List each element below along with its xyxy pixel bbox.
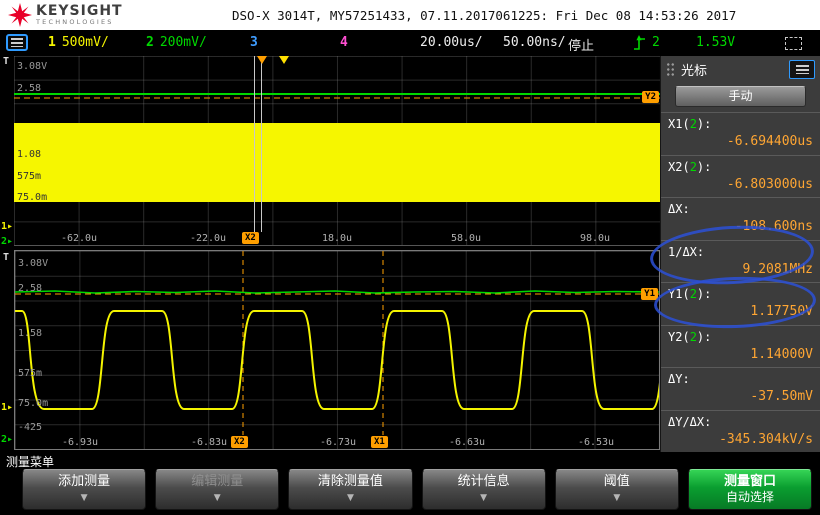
readout-value: -6.803000us bbox=[726, 176, 813, 192]
trigger-level[interactable]: 1.53V bbox=[696, 35, 735, 50]
menu-title: 测量菜单 bbox=[6, 455, 55, 469]
y-axis-label: 75.0m bbox=[18, 398, 49, 409]
readout-x1: X1(2): -6.694400us bbox=[661, 112, 820, 155]
channel2-status[interactable]: 2 200mV/ bbox=[146, 35, 207, 50]
time-label: -6.53u bbox=[577, 437, 615, 448]
trigger-marker-bottom: T bbox=[3, 252, 10, 263]
dropdown-arrow-icon: ▼ bbox=[480, 493, 488, 503]
sidebar-menu-icon[interactable] bbox=[789, 59, 815, 79]
readout-y1: Y1(2): 1.17750V bbox=[661, 282, 820, 325]
zoom-panel-traces bbox=[15, 251, 659, 435]
time-label: -6.73u bbox=[319, 437, 357, 448]
trigger-position-icon bbox=[279, 56, 289, 64]
time-label: -22.0u bbox=[189, 233, 227, 244]
readout-delta-y: ΔY: -37.50mV bbox=[661, 367, 820, 410]
readout-value: 9.2081MHz bbox=[742, 261, 813, 277]
channel4-status[interactable]: 4 bbox=[340, 35, 354, 50]
y-axis-label: 3.08V bbox=[17, 61, 48, 72]
dropdown-arrow-icon: ▼ bbox=[613, 493, 621, 503]
dropdown-arrow-icon: ▼ bbox=[346, 493, 354, 503]
softkey-edit-measurement[interactable]: 编辑测量 ▼ bbox=[155, 469, 280, 510]
capture-frame-icon[interactable] bbox=[785, 37, 802, 50]
softkey-clear-measurements[interactable]: 清除测量值 ▼ bbox=[288, 469, 413, 510]
brand-name: KEYSIGHT bbox=[36, 3, 123, 19]
main-panel-traces bbox=[14, 56, 660, 232]
readout-slope: ΔY/ΔX: -345.304kV/s bbox=[661, 409, 820, 453]
hamburger-icon bbox=[11, 38, 23, 47]
oscilloscope-screen: KEYSIGHT TECHNOLOGIES DSO-X 3014T, MY572… bbox=[0, 0, 820, 515]
y-axis-label: 575m bbox=[17, 171, 42, 182]
time-label: -6.63u bbox=[448, 437, 486, 448]
keysight-logo: KEYSIGHT TECHNOLOGIES bbox=[8, 3, 123, 27]
readout-y2: Y2(2): 1.14000V bbox=[661, 324, 820, 368]
readout-value: 1.17750V bbox=[750, 304, 813, 319]
readout-frequency: 1/ΔX: 9.2081MHz bbox=[661, 239, 820, 283]
cursor-sidebar: 光标 手动 X1(2): -6.694400us X2(2): -6.80300… bbox=[660, 56, 820, 452]
y1-cursor-tag[interactable]: Y1 bbox=[641, 288, 658, 300]
readout-delta-x: ΔX: -108.600ns bbox=[661, 197, 820, 240]
y-axis-label: -425 bbox=[18, 422, 43, 433]
y-axis-label: 2.58 bbox=[18, 283, 43, 294]
zoom-window-marker-icon bbox=[257, 56, 267, 64]
sidebar-header: 光标 bbox=[661, 56, 820, 82]
readout-value: -345.304kV/s bbox=[719, 431, 813, 447]
time-label: 58.0u bbox=[450, 233, 482, 244]
readout-value: -108.600ns bbox=[734, 219, 813, 234]
readout-x2: X2(2): -6.803000us bbox=[661, 154, 820, 198]
trigger-source[interactable]: 2 bbox=[652, 35, 660, 50]
ch1-trace bbox=[15, 310, 659, 410]
waveform-area: T 1▸ 2▸ T 1▸ 2▸ 3.08V 2.58 1.08 575m 75.… bbox=[0, 56, 660, 452]
y-axis-label: 75.0m bbox=[17, 192, 48, 203]
menu-icon[interactable] bbox=[6, 34, 28, 51]
cursor-readouts: X1(2): -6.694400us X2(2): -6.803000us ΔX… bbox=[661, 112, 820, 452]
cursor-mode-button[interactable]: 手动 bbox=[675, 86, 806, 107]
keysight-spark-icon bbox=[8, 3, 32, 27]
zoom-timebase[interactable]: 50.00ns/ bbox=[503, 35, 566, 50]
main-timebase[interactable]: 20.00us/ bbox=[420, 35, 483, 50]
channel3-status[interactable]: 3 bbox=[250, 35, 264, 50]
channel1-status[interactable]: 1 500mV/ bbox=[48, 35, 109, 50]
x2-cursor-tag[interactable]: X2 bbox=[242, 232, 259, 244]
trigger-marker-top: T bbox=[3, 56, 10, 67]
dropdown-arrow-icon: ▼ bbox=[213, 493, 221, 503]
readout-value: -6.694400us bbox=[726, 134, 813, 149]
time-label: -62.0u bbox=[60, 233, 98, 244]
brand-subtitle: TECHNOLOGIES bbox=[36, 18, 114, 26]
instrument-title: DSO-X 3014T, MY57251433, 07.11.201706122… bbox=[232, 8, 737, 23]
time-label: 98.0u bbox=[579, 233, 611, 244]
readout-value: 1.14000V bbox=[750, 346, 813, 362]
ch2-trace bbox=[15, 290, 659, 294]
zoom-timebase-panel: 3.08V 2.58 1.58 575m 75.0m -425 -6.93u -… bbox=[14, 250, 660, 450]
main-timebase-panel: 3.08V 2.58 1.08 575m 75.0m -62.0u -22.0u… bbox=[14, 56, 660, 246]
y-axis-label: 1.08 bbox=[17, 149, 42, 160]
x1-cursor-tag[interactable]: X1 bbox=[371, 436, 388, 448]
status-bar: 1 500mV/ 2 200mV/ 3 4 20.00us/ 50.00ns/ 停止… bbox=[0, 30, 820, 56]
x2-cursor-tag[interactable]: X2 bbox=[231, 436, 248, 448]
acquisition-state: 停止 bbox=[568, 39, 595, 54]
softkey-measurement-window[interactable]: 测量窗口 自动选择 bbox=[687, 469, 813, 510]
ch2-ground-marker-top[interactable]: 2▸ bbox=[1, 237, 13, 247]
time-label: 18.0u bbox=[321, 233, 353, 244]
dropdown-arrow-icon: ▼ bbox=[80, 493, 88, 503]
y-axis-label: 575m bbox=[18, 368, 43, 379]
time-label: -6.83u bbox=[190, 437, 228, 448]
ch1-ground-marker-top[interactable]: 1▸ bbox=[1, 222, 13, 232]
y-axis-label: 1.58 bbox=[18, 328, 43, 339]
softkey-menu: 测量菜单 添加测量 ▼ 编辑测量 ▼ 清除测量值 ▼ 统计信息 ▼ 阈值 ▼ 测… bbox=[0, 452, 820, 515]
readout-value: -37.50mV bbox=[750, 389, 813, 404]
softkey-statistics[interactable]: 统计信息 ▼ bbox=[421, 469, 546, 510]
title-bar: KEYSIGHT TECHNOLOGIES DSO-X 3014T, MY572… bbox=[0, 0, 820, 30]
list-icon bbox=[795, 64, 809, 74]
grip-icon[interactable] bbox=[666, 61, 675, 77]
y2-cursor-tag[interactable]: Y2 bbox=[642, 91, 659, 103]
y-axis-label: 2.58 bbox=[17, 83, 42, 94]
ch2-ground-marker-bottom[interactable]: 2▸ bbox=[1, 435, 13, 445]
time-label: -6.93u bbox=[61, 437, 99, 448]
ch1-ground-marker-bottom[interactable]: 1▸ bbox=[1, 403, 13, 413]
y-axis-label: 3.08V bbox=[18, 258, 49, 269]
trigger-edge-icon bbox=[633, 34, 646, 55]
softkey-add-measurement[interactable]: 添加测量 ▼ bbox=[22, 469, 147, 510]
sidebar-title: 光标 bbox=[681, 63, 708, 79]
softkey-threshold[interactable]: 阈值 ▼ bbox=[554, 469, 679, 510]
